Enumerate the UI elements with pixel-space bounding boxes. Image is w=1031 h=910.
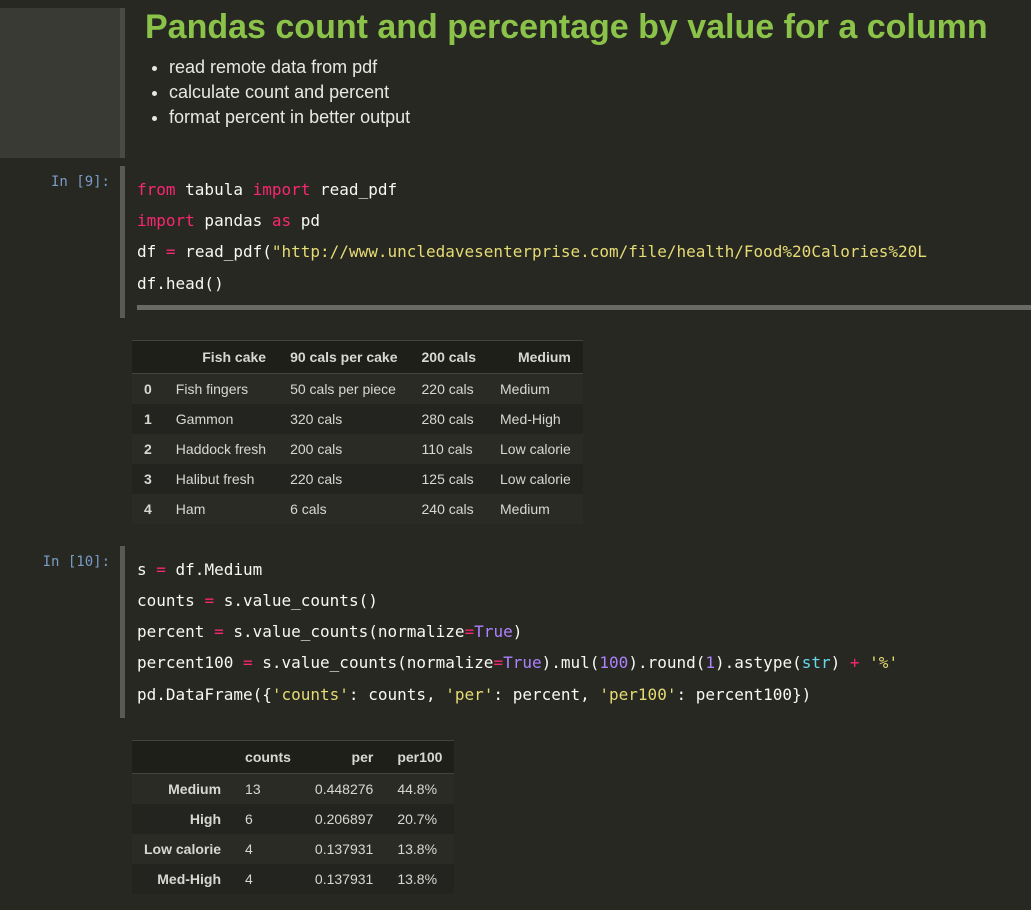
table-row: Low calorie 4 0.137931 13.8% <box>132 834 454 864</box>
code-cell-2[interactable]: In [10]: s = df.Medium counts = s.value_… <box>0 546 1031 718</box>
table-row: High 6 0.206897 20.7% <box>132 804 454 834</box>
dataframe-output: counts per per100 Medium 13 0.448276 44.… <box>132 740 454 894</box>
code-editor[interactable]: from tabula import read_pdf import panda… <box>137 174 1031 299</box>
list-item: read remote data from pdf <box>169 57 1031 78</box>
input-prompt: In [10]: <box>0 546 120 718</box>
markdown-cell: Pandas count and percentage by value for… <box>0 8 1031 158</box>
code-cell-1[interactable]: In [9]: from tabula import read_pdf impo… <box>0 166 1031 318</box>
input-prompt: In [9]: <box>0 166 120 318</box>
table-row: 2 Haddock fresh 200 cals 110 cals Low ca… <box>132 434 583 464</box>
horizontal-scrollbar[interactable] <box>137 305 1031 310</box>
table-row: 1 Gammon 320 cals 280 cals Med-High <box>132 404 583 434</box>
page-title: Pandas count and percentage by value for… <box>145 8 1031 47</box>
code-editor[interactable]: s = df.Medium counts = s.value_counts() … <box>137 554 1031 710</box>
table-row: 3 Halibut fresh 220 cals 125 cals Low ca… <box>132 464 583 494</box>
table-row: Medium 13 0.448276 44.8% <box>132 773 454 804</box>
list-item: calculate count and percent <box>169 82 1031 103</box>
dataframe-output: Fish cake 90 cals per cake 200 cals Medi… <box>132 340 583 524</box>
md-prompt-gutter <box>0 8 120 158</box>
output-cell-2: counts per per100 Medium 13 0.448276 44.… <box>0 726 1031 908</box>
table-row: Med-High 4 0.137931 13.8% <box>132 864 454 894</box>
table-row: 4 Ham 6 cals 240 cals Medium <box>132 494 583 524</box>
output-prompt-gutter <box>0 726 120 908</box>
table-row: 0 Fish fingers 50 cals per piece 220 cal… <box>132 373 583 404</box>
markdown-list: read remote data from pdf calculate coun… <box>145 57 1031 128</box>
list-item: format percent in better output <box>169 107 1031 128</box>
output-cell-1: Fish cake 90 cals per cake 200 cals Medi… <box>0 326 1031 538</box>
output-prompt-gutter <box>0 326 120 538</box>
